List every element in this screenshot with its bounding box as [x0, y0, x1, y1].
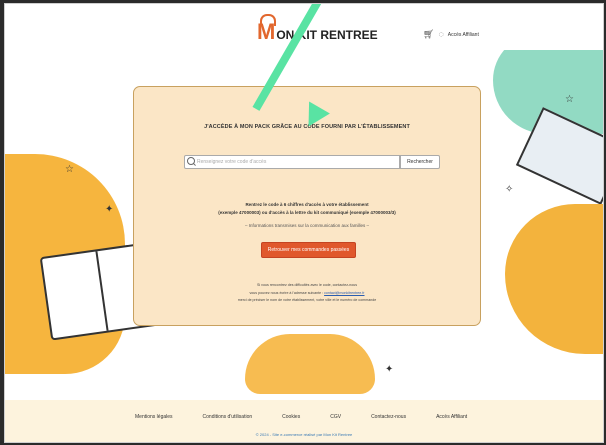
search-icon [187, 157, 195, 165]
footer-copyright: © 2024 - Site e-commerce réalisé par Mon… [255, 432, 353, 437]
site-footer: Mentions légales Conditions d'utilisatio… [5, 400, 603, 442]
header-actions: 🛒︎ ◌ Accès Affiliant [423, 30, 479, 39]
info-note: – Informations transmises sur la communi… [244, 223, 370, 228]
logo-bag-icon [260, 14, 276, 26]
footer-link-cgv[interactable]: CGV [330, 414, 341, 420]
footer-link-pro[interactable]: Accès Affiliant [436, 414, 467, 420]
browser-viewport: ☆ ✦ ☆ ✧ ✦ M ON KIT RENTREE 🛒︎ ◌ Accès Af… [4, 3, 604, 443]
help-details: merci de préciser le nom de votre établi… [237, 298, 377, 302]
access-code-input[interactable] [184, 155, 400, 169]
footer-links: Mentions légales Conditions d'utilisatio… [135, 414, 497, 420]
contact-email-link[interactable]: contact@monkitrentree.fr [324, 291, 364, 295]
help-contact-prefix: vous pouvez nous écrire à l'adresse suiv… [249, 291, 324, 295]
help-text: Si vous rencontrez des difficultés avec … [256, 283, 357, 287]
site-logo[interactable]: M ON KIT RENTREE [257, 14, 378, 43]
user-icon[interactable]: ◌ [438, 30, 443, 39]
star-icon: ✧ [505, 184, 514, 195]
footer-link-legal[interactable]: Mentions légales [135, 414, 173, 420]
code-example: (exemple 47000003) ou d'accès à la lettr… [218, 210, 396, 215]
footer-link-cookies[interactable]: Cookies [282, 414, 300, 420]
cart-icon[interactable]: 🛒︎ [423, 30, 434, 39]
star-icon: ☆ [565, 94, 574, 105]
star-icon: ✦ [105, 204, 114, 215]
search-button[interactable]: Rechercher [400, 155, 440, 169]
code-search-form: Rechercher [184, 155, 440, 169]
pro-access-link[interactable]: Accès Affiliant [448, 32, 479, 38]
retrieve-orders-button[interactable]: Retrouver mes commandes passées [261, 242, 356, 258]
code-instruction: Rentrez le code à 6 chiffres d'accès à v… [245, 202, 369, 207]
footer-link-terms[interactable]: Conditions d'utilisation [203, 414, 253, 420]
help-contact: vous pouvez nous écrire à l'adresse suiv… [134, 291, 480, 295]
star-icon: ☆ [65, 164, 74, 175]
decor-yellow-shape-right [505, 204, 603, 354]
decor-yellow-shape-bottom [245, 334, 375, 394]
star-icon: ✦ [385, 364, 394, 375]
footer-link-contact[interactable]: Contactez-nous [371, 414, 406, 420]
